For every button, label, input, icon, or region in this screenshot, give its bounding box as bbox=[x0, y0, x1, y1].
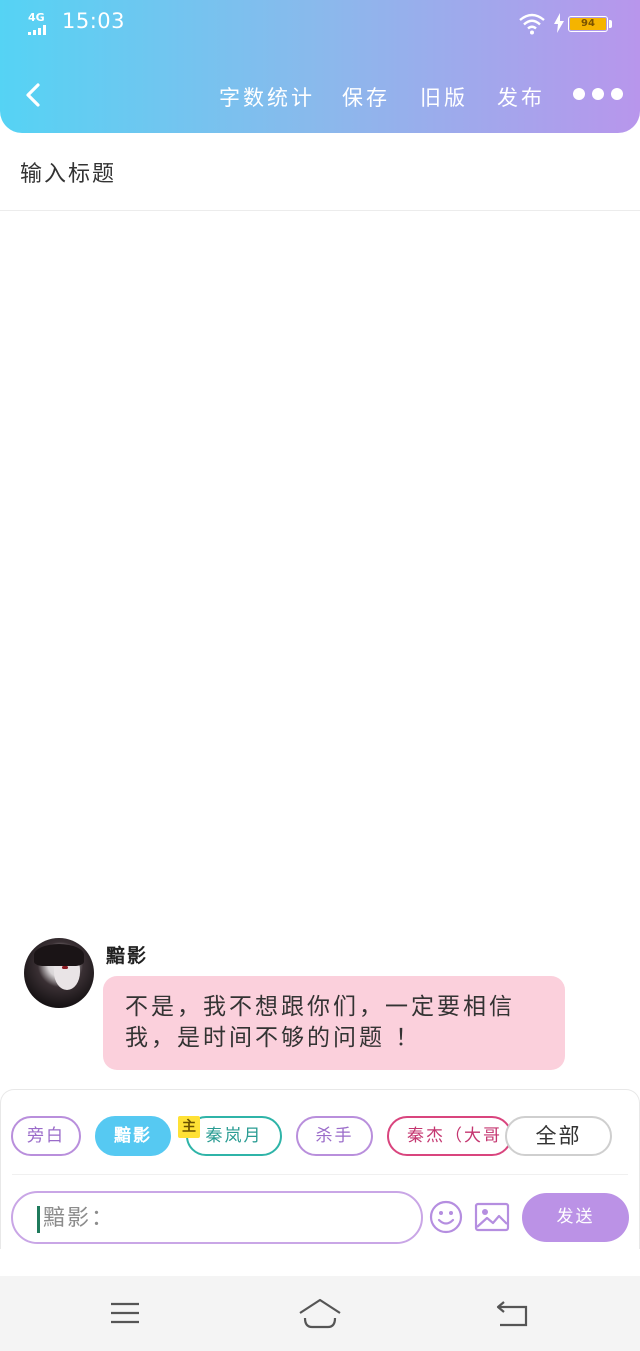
clock: 15:03 bbox=[62, 9, 126, 33]
battery-icon: 94 bbox=[568, 16, 608, 32]
avatar[interactable] bbox=[24, 938, 94, 1008]
title-divider bbox=[0, 210, 640, 211]
text-cursor bbox=[37, 1206, 40, 1233]
charging-icon bbox=[554, 13, 564, 33]
send-button[interactable]: 发送 bbox=[522, 1193, 629, 1242]
avatar-hair bbox=[34, 944, 84, 966]
panel-divider bbox=[12, 1174, 628, 1175]
old-version-button[interactable]: 旧版 bbox=[420, 82, 468, 112]
character-chip-killer[interactable]: 杀手 bbox=[296, 1116, 373, 1156]
publish-button[interactable]: 发布 bbox=[497, 82, 545, 112]
menu-icon[interactable] bbox=[110, 1301, 140, 1325]
header-bar: 4G 15:03 94 字数统计 保存 旧版 发布 bbox=[0, 0, 640, 133]
avatar-eye bbox=[62, 966, 68, 969]
top-nav: 字数统计 保存 旧版 发布 bbox=[0, 60, 640, 130]
character-chip-anying[interactable]: 黯影 bbox=[95, 1116, 171, 1156]
character-selector: 旁白 黯影 秦岚月 杀手 秦杰（大哥 全部 bbox=[0, 1110, 640, 1166]
save-button[interactable]: 保存 bbox=[342, 82, 390, 112]
more-icon[interactable] bbox=[570, 88, 626, 102]
signal-icon bbox=[28, 25, 52, 35]
system-nav-bar bbox=[0, 1276, 640, 1351]
back-icon[interactable] bbox=[20, 80, 48, 110]
title-input[interactable]: 输入标题 bbox=[20, 156, 116, 188]
emoji-icon[interactable] bbox=[429, 1200, 463, 1234]
battery-tip bbox=[609, 20, 612, 28]
character-chip-qinlanyue[interactable]: 秦岚月 bbox=[186, 1116, 282, 1156]
battery-level: 94 bbox=[570, 18, 606, 30]
message-bubble[interactable]: 不是，我不想跟你们，一定要相信我，是时间不够的问题 ！ bbox=[103, 976, 565, 1070]
status-bar: 4G 15:03 94 bbox=[0, 0, 640, 48]
network-type: 4G bbox=[28, 11, 45, 24]
wifi-icon bbox=[519, 13, 545, 35]
character-chip-narrator[interactable]: 旁白 bbox=[11, 1116, 81, 1156]
message-sender: 黯影 bbox=[106, 945, 149, 967]
host-badge: 主 bbox=[178, 1116, 200, 1138]
message-input-field[interactable] bbox=[11, 1191, 423, 1244]
word-count-button[interactable]: 字数统计 bbox=[219, 82, 315, 112]
message-input[interactable] bbox=[43, 1201, 403, 1235]
image-icon[interactable] bbox=[474, 1202, 510, 1232]
all-characters-button[interactable]: 全部 bbox=[505, 1116, 612, 1156]
system-back-icon[interactable] bbox=[496, 1298, 530, 1328]
character-chip-qinjie[interactable]: 秦杰（大哥 bbox=[387, 1116, 512, 1156]
home-icon[interactable] bbox=[297, 1296, 343, 1330]
